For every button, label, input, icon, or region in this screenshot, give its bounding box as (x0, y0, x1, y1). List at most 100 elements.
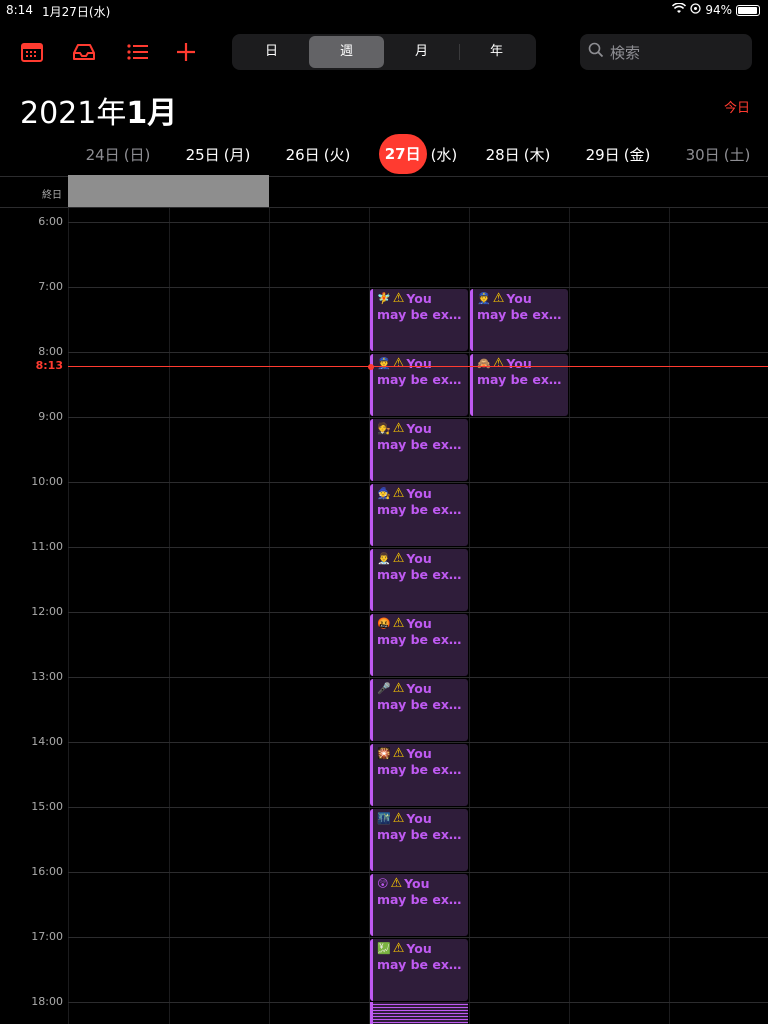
status-time: 8:14 (6, 3, 33, 17)
event-emoji: 🌃 (377, 812, 391, 825)
wifi-icon (672, 2, 687, 17)
day-column-divider (269, 208, 270, 1024)
calendar-event[interactable]: 👨‍⚕️⚠Youmay be exposed onli... (370, 549, 468, 611)
day-weekday: (金) (623, 145, 651, 164)
status-bar: 8:14 1月27日(水) 94% (0, 0, 768, 20)
event-title-word: You (406, 681, 432, 696)
hour-label: 10:00 (31, 475, 63, 488)
search-field[interactable]: 検索 (580, 34, 752, 70)
hour-label: 6:00 (38, 215, 63, 228)
calendar-event[interactable]: 🎤⚠Youmay be exposed onli... (370, 679, 468, 741)
current-time-label: 8:13 (35, 359, 63, 373)
event-title-rest: may be exposed onli... (377, 436, 464, 452)
hour-line (68, 547, 768, 548)
calendar-event[interactable]: 🙈⚠Youmay be exposed onli... (470, 354, 568, 416)
calendar-event[interactable]: 🧚⚠Youmay be exposed onli... (370, 289, 468, 351)
calendar-event[interactable]: 🧙⚠Youmay be exposed onli... (370, 484, 468, 546)
add-icon[interactable] (172, 38, 200, 66)
hour-line (68, 482, 768, 483)
today-button[interactable]: 今日 (724, 97, 750, 116)
calendar-event[interactable]: 🧑‍⚖️⚠Youmay be exposed onli... (370, 419, 468, 481)
day-number: 28日 (485, 145, 520, 164)
hour-label: 13:00 (31, 670, 63, 683)
event-title-rest: may be exposed onli... (377, 696, 464, 712)
event-title-rest: may be exposed onli... (477, 306, 564, 322)
hour-label: 12:00 (31, 605, 63, 618)
hour-label: 7:00 (38, 280, 63, 293)
hour-label: 9:00 (38, 410, 63, 423)
stacked-events-overflow[interactable] (370, 1002, 468, 1024)
segment-month[interactable]: 月 (384, 36, 459, 68)
current-time-line (68, 366, 768, 368)
calendar-event[interactable]: 👮⚠Youmay be exposed onli... (370, 354, 468, 416)
day-header-30[interactable]: 30日 (土) (668, 132, 768, 176)
battery-icon (736, 4, 760, 16)
day-header-26[interactable]: 26日 (火) (268, 132, 368, 176)
calendar-icon[interactable] (18, 38, 46, 66)
view-segmented-control: 日 週 月 年 (232, 34, 536, 70)
allday-event-block[interactable] (68, 175, 269, 207)
hour-label: 15:00 (31, 800, 63, 813)
hour-label: 18:00 (31, 995, 63, 1008)
inbox-icon[interactable] (70, 38, 98, 66)
day-header-29[interactable]: 29日 (金) (568, 132, 668, 176)
event-emoji: 👮 (377, 357, 391, 370)
hour-line (68, 872, 768, 873)
event-emoji: 🧚 (377, 292, 391, 305)
location-lock-icon (690, 3, 701, 17)
event-emoji: 😲 (377, 877, 389, 890)
hour-line (68, 937, 768, 938)
calendar-event[interactable]: 🎇⚠Youmay be exposed onli... (370, 744, 468, 806)
status-right: 94% (672, 2, 760, 17)
segment-week[interactable]: 週 (309, 36, 384, 68)
hour-line (68, 807, 768, 808)
hour-line (68, 742, 768, 743)
event-title-rest: may be exposed onli... (477, 371, 564, 387)
day-number: 26日 (285, 145, 320, 164)
hour-line (68, 352, 768, 353)
page-title: 2021年1月 (20, 88, 177, 132)
calendar-event[interactable]: 👮⚠Youmay be exposed onli... (470, 289, 568, 351)
calendar-event[interactable]: 🌃⚠Youmay be exposed onli... (370, 809, 468, 871)
warning-icon: ⚠ (392, 486, 405, 501)
day-header-27-today[interactable]: 27日 (水) (368, 132, 468, 176)
hour-line (68, 287, 768, 288)
day-header-25[interactable]: 25日 (月) (168, 132, 268, 176)
calendar-event[interactable]: 😲⚠Youmay be exposed onli... (370, 874, 468, 936)
calendar-event[interactable]: 🤬⚠Youmay be exposed onli... (370, 614, 468, 676)
warning-icon: ⚠ (392, 746, 405, 761)
hour-line (68, 677, 768, 678)
warning-icon: ⚠ (492, 291, 505, 306)
hour-label: 8:00 (38, 345, 63, 358)
event-emoji: 🧑‍⚖️ (377, 422, 391, 435)
day-weekday: (水) (430, 145, 458, 164)
calendar-event[interactable]: 💹⚠Youmay be exposed onli... (370, 939, 468, 1001)
day-weekday: (木) (523, 145, 551, 164)
event-emoji: 💹 (377, 942, 391, 955)
warning-icon: ⚠ (392, 616, 405, 631)
week-time-grid[interactable]: 6:00 7:00 8:00 9:00 10:00 11:00 12:00 13:00 14:0… (0, 208, 768, 1024)
segment-day[interactable]: 日 (234, 36, 309, 68)
event-emoji: 🎤 (377, 682, 391, 695)
day-number: 25日 (185, 145, 220, 164)
event-title-word: You (506, 291, 532, 306)
event-title-word: You (406, 356, 432, 371)
day-number: 24日 (85, 145, 120, 164)
warning-icon: ⚠ (392, 811, 405, 826)
day-header-24[interactable]: 24日 (日) (68, 132, 168, 176)
segment-year[interactable]: 年 (459, 36, 534, 68)
allday-label: 終日 (42, 190, 62, 201)
day-column-divider (68, 208, 69, 1024)
day-weekday: (月) (223, 145, 251, 164)
day-header-28[interactable]: 28日 (木) (468, 132, 568, 176)
event-title-rest: may be exposed onli... (377, 761, 464, 777)
event-title-rest: may be exposed onli... (377, 306, 464, 322)
hour-label: 17:00 (31, 930, 63, 943)
event-title-rest: may be exposed onli... (377, 826, 464, 842)
list-icon[interactable] (124, 38, 152, 66)
day-column-divider (169, 208, 170, 1024)
battery-percent: 94% (705, 3, 732, 17)
day-number: 30日 (685, 145, 720, 164)
hour-line (68, 222, 768, 223)
event-emoji: 🧙 (377, 487, 391, 500)
